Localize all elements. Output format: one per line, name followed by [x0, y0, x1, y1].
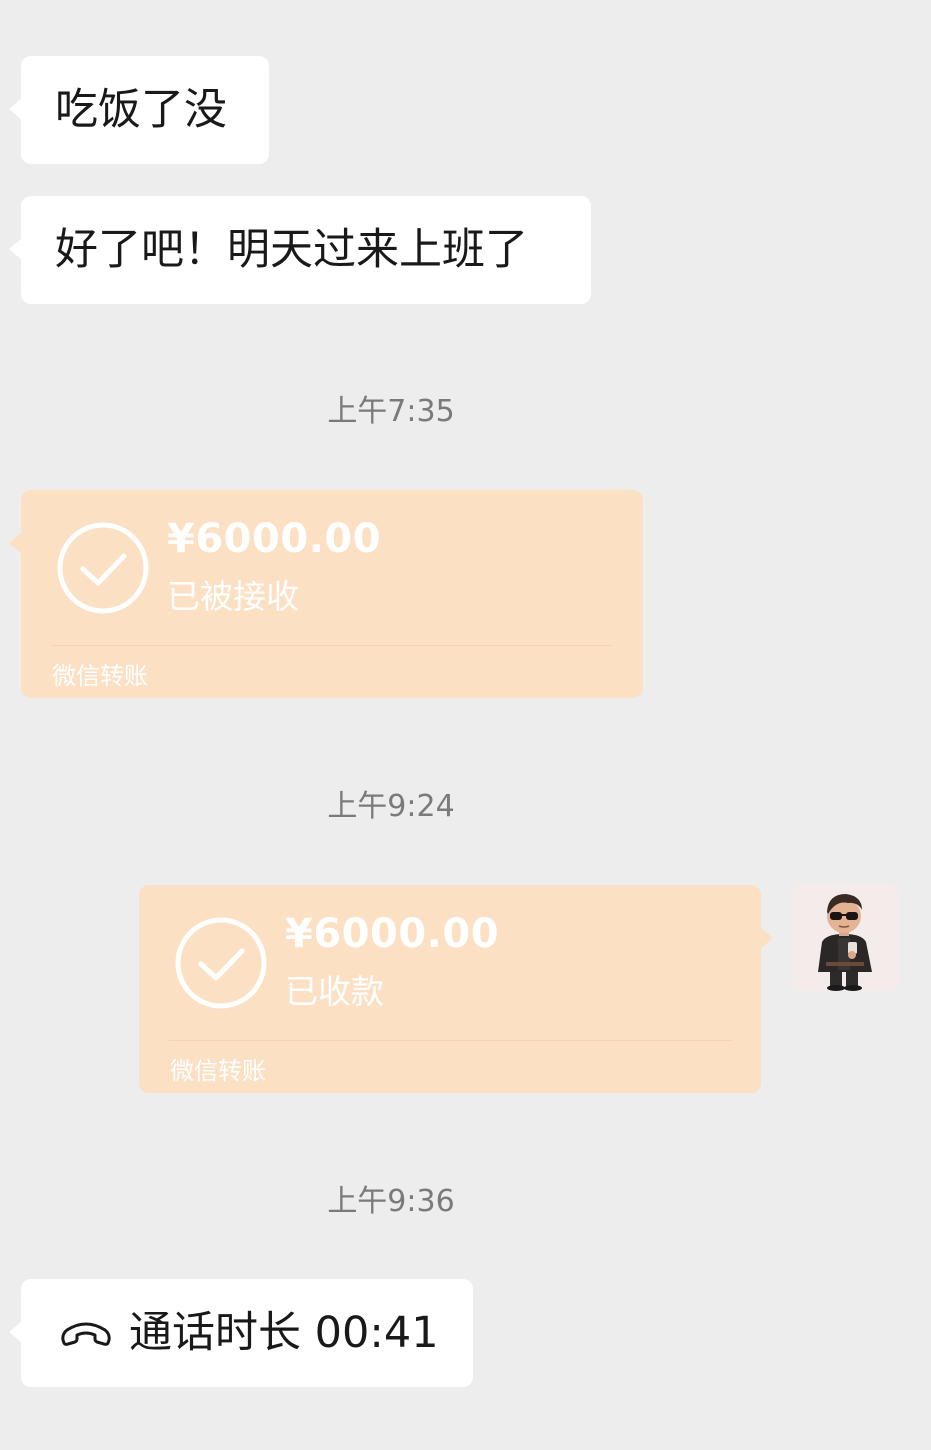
transfer-card-collected[interactable]: ¥6000.00 已收款 微信转账	[139, 885, 773, 1093]
user-avatar-icon[interactable]	[792, 884, 899, 991]
call-record-bubble[interactable]: 通话时长 00:41	[9, 1279, 473, 1387]
transfer-status: 已收款	[285, 972, 384, 1011]
call-duration-text: 通话时长 00:41	[129, 1308, 439, 1358]
timestamp: 上午9:24	[327, 789, 455, 824]
check-circle-icon	[175, 917, 267, 1009]
transfer-amount: ¥6000.00	[167, 516, 382, 562]
transfer-card-received[interactable]: ¥6000.00 已被接收 微信转账	[9, 490, 643, 698]
phone-handset-icon	[61, 1322, 111, 1346]
message-bubble-1[interactable]: 吃饭了没	[9, 56, 269, 164]
message-text: 吃饭了没	[55, 85, 227, 135]
timestamp: 上午7:35	[327, 394, 455, 429]
timestamp: 上午9:36	[327, 1184, 455, 1219]
transfer-footer-label: 微信转账	[170, 1057, 266, 1085]
divider	[169, 1040, 731, 1041]
divider	[51, 645, 613, 646]
transfer-footer-label: 微信转账	[52, 662, 148, 690]
check-circle-icon	[57, 522, 149, 614]
avatar-illustration	[792, 884, 899, 991]
transfer-status: 已被接收	[167, 577, 299, 616]
message-text: 好了吧！明天过来上班了	[55, 225, 528, 275]
message-bubble-2[interactable]: 好了吧！明天过来上班了	[9, 196, 591, 304]
transfer-amount: ¥6000.00	[285, 911, 500, 957]
